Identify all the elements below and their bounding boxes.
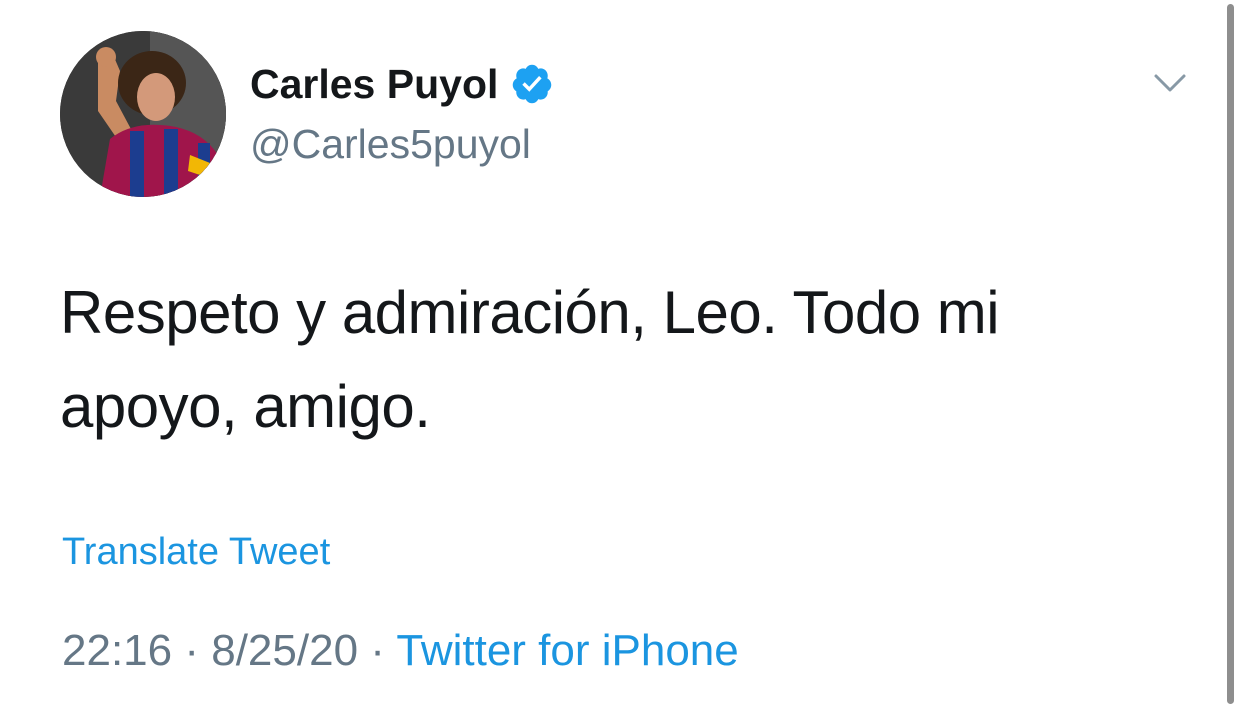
verified-badge-icon xyxy=(513,64,552,104)
chevron-down-icon[interactable] xyxy=(1150,66,1190,102)
avatar[interactable] xyxy=(60,31,226,197)
translate-tweet-link[interactable]: Translate Tweet xyxy=(62,528,330,576)
avatar-photo xyxy=(60,31,226,197)
author-handle[interactable]: @Carles5puyol xyxy=(250,118,531,170)
separator-dot: · xyxy=(370,626,385,675)
scrollbar[interactable] xyxy=(1227,4,1234,704)
tweet-text-line: Respeto y admiración, Leo. Todo mi xyxy=(60,279,1000,346)
tweet-metadata: 22:16 · 8/25/20 · Twitter for iPhone xyxy=(62,624,739,678)
tweet-time[interactable]: 22:16 xyxy=(62,626,172,675)
author-name-row[interactable]: Carles Puyol xyxy=(250,58,554,110)
tweet-date[interactable]: 8/25/20 xyxy=(211,626,358,675)
tweet-text-line: apoyo, amigo. xyxy=(60,373,431,440)
tweet-text: Respeto y admiración, Leo. Todo mi apoyo… xyxy=(60,266,1170,454)
tweet-source-link[interactable]: Twitter for iPhone xyxy=(396,626,738,675)
author-name[interactable]: Carles Puyol xyxy=(250,58,498,110)
separator-dot: · xyxy=(184,626,199,675)
